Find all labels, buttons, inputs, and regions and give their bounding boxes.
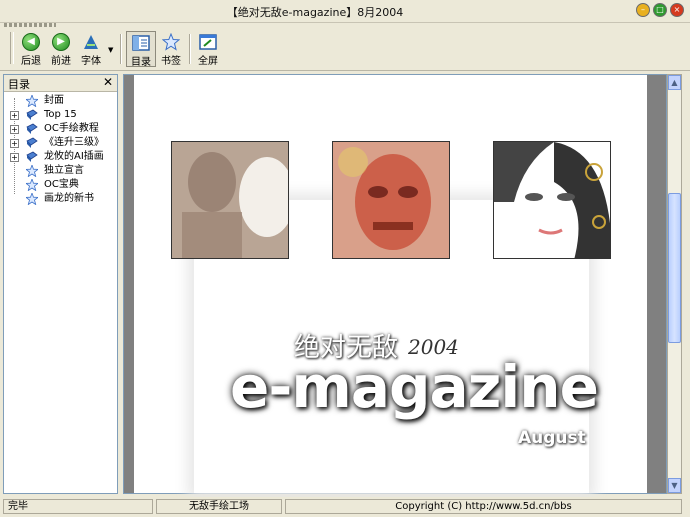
expand-icon[interactable]: + bbox=[10, 125, 19, 134]
cover-main-title: e-magazine bbox=[230, 353, 599, 421]
forward-arrow-icon: ▶ bbox=[52, 33, 70, 51]
fullscreen-label: 全屏 bbox=[198, 56, 218, 67]
window-controls: – □ × bbox=[636, 3, 684, 17]
toc-item-label: 龙攸的AI插画 bbox=[44, 151, 104, 162]
font-icon bbox=[84, 35, 98, 49]
toolbar-separator bbox=[10, 32, 14, 64]
star-page-icon bbox=[26, 179, 38, 191]
book-icon bbox=[26, 109, 38, 120]
toolbar-separator-3 bbox=[189, 34, 191, 64]
cover-month: August bbox=[518, 428, 586, 448]
window-title: 【绝对无敌e-magazine】8月2004 bbox=[226, 6, 404, 19]
toc-item-label: 独立宣言 bbox=[44, 165, 84, 176]
scroll-thumb[interactable] bbox=[668, 193, 681, 343]
star-page-icon bbox=[26, 193, 38, 205]
book-icon bbox=[26, 123, 38, 134]
status-bar: 完毕 无敌手绘工场 Copyright (C) http://www.5d.cn… bbox=[0, 497, 690, 517]
cover-image-lady bbox=[493, 141, 611, 259]
expand-icon[interactable]: + bbox=[10, 111, 19, 120]
expand-icon[interactable]: + bbox=[10, 153, 19, 162]
font-button[interactable]: 字体 bbox=[76, 31, 106, 67]
toc-item-ai-illustration[interactable]: + 龙攸的AI插画 bbox=[4, 150, 117, 164]
toc-item-label: Top 15 bbox=[44, 109, 77, 120]
toolbar-grip[interactable] bbox=[4, 23, 56, 27]
toc-label: 目录 bbox=[131, 57, 151, 68]
font-dropdown-icon[interactable]: ▼ bbox=[108, 46, 113, 54]
vertical-scrollbar[interactable]: ▲ ▼ bbox=[667, 74, 682, 494]
back-label: 后退 bbox=[21, 56, 41, 67]
fullscreen-button[interactable]: 全屏 bbox=[193, 31, 223, 67]
toc-item-new-book[interactable]: 画龙的新书 bbox=[4, 192, 117, 206]
status-copyright: Copyright (C) http://www.5d.cn/bbs bbox=[285, 499, 682, 514]
toc-item-label: 封面 bbox=[44, 95, 64, 106]
expand-icon[interactable]: + bbox=[10, 139, 19, 148]
cover-image-statue bbox=[171, 141, 289, 259]
close-button[interactable]: × bbox=[670, 3, 684, 17]
bookmark-label: 书签 bbox=[161, 56, 181, 67]
toc-item-label: OC手绘教程 bbox=[44, 123, 99, 134]
forward-button[interactable]: ▶ 前进 bbox=[46, 31, 76, 67]
toc-item-promotion[interactable]: + 《连升三级》 bbox=[4, 136, 117, 150]
status-studio: 无敌手绘工场 bbox=[156, 499, 282, 514]
toolbar-separator-2 bbox=[120, 34, 122, 64]
toc-panel-header: 目录 ✕ bbox=[4, 75, 117, 92]
toc-item-declaration[interactable]: 独立宣言 bbox=[4, 164, 117, 178]
toc-item-label: 画龙的新书 bbox=[44, 193, 94, 204]
toc-item-top15[interactable]: + Top 15 bbox=[4, 108, 117, 122]
lady-illustration bbox=[494, 142, 610, 258]
scroll-up-icon[interactable]: ▲ bbox=[668, 75, 681, 90]
toc-item-label: OC宝典 bbox=[44, 179, 79, 190]
star-page-icon bbox=[26, 165, 38, 177]
maximize-button[interactable]: □ bbox=[653, 3, 667, 17]
star-icon bbox=[162, 33, 180, 51]
toc-item-oc-tutorial[interactable]: + OC手绘教程 bbox=[4, 122, 117, 136]
toc-panel-title: 目录 bbox=[8, 78, 30, 91]
scroll-down-icon[interactable]: ▼ bbox=[668, 478, 681, 493]
star-page-icon bbox=[26, 95, 38, 107]
toc-panel: 目录 ✕ 封面 + Top 15 + OC手绘教程 + 《连升三级》 + 龙攸的… bbox=[3, 74, 118, 494]
toc-item-label: 《连升三级》 bbox=[44, 137, 104, 148]
forward-label: 前进 bbox=[51, 56, 71, 67]
content-viewer[interactable]: 绝对无敌 2004 e-magazine August bbox=[123, 74, 667, 494]
toc-item-oc-guide[interactable]: OC宝典 bbox=[4, 178, 117, 192]
font-label: 字体 bbox=[81, 56, 101, 67]
bookmark-button[interactable]: 书签 bbox=[156, 31, 186, 67]
toc-item-cover[interactable]: 封面 bbox=[4, 94, 117, 108]
close-icon[interactable]: ✕ bbox=[103, 75, 113, 89]
toc-tree: 封面 + Top 15 + OC手绘教程 + 《连升三级》 + 龙攸的AI插画 … bbox=[4, 92, 117, 206]
toc-icon bbox=[132, 35, 150, 51]
cover-image-painted-face bbox=[332, 141, 450, 259]
back-arrow-icon: ◀ bbox=[22, 33, 40, 51]
back-button[interactable]: ◀ 后退 bbox=[16, 31, 46, 67]
painted-face-illustration bbox=[333, 142, 449, 258]
status-state: 完毕 bbox=[3, 499, 153, 514]
statue-illustration bbox=[172, 142, 288, 258]
minimize-button[interactable]: – bbox=[636, 3, 650, 17]
book-icon bbox=[26, 151, 38, 162]
toolbar: ◀ 后退 ▶ 前进 字体 ▼ 目录 书签 全屏 bbox=[0, 28, 690, 71]
fullscreen-icon bbox=[199, 34, 217, 50]
magazine-page: 绝对无敌 2004 e-magazine August bbox=[134, 75, 647, 493]
toc-button[interactable]: 目录 bbox=[126, 31, 156, 68]
book-icon bbox=[26, 137, 38, 148]
title-bar: 【绝对无敌e-magazine】8月2004 – □ × bbox=[0, 0, 690, 23]
